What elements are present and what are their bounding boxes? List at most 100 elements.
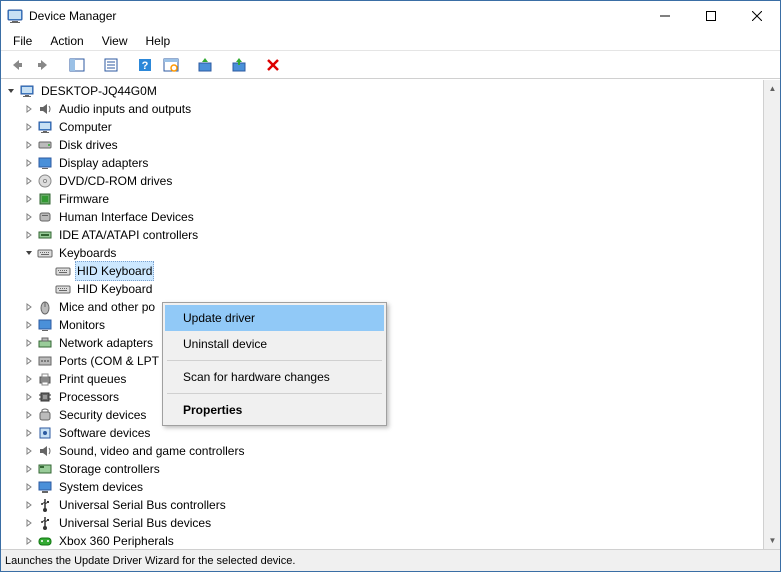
chevron-right-icon[interactable] xyxy=(23,193,35,205)
chevron-right-icon[interactable] xyxy=(23,103,35,115)
tree-category[interactable]: IDE ATA/ATAPI controllers xyxy=(5,226,763,244)
chevron-right-icon[interactable] xyxy=(23,175,35,187)
context-separator xyxy=(167,360,382,361)
tree-category[interactable]: Software devices xyxy=(5,424,763,442)
chevron-down-icon[interactable] xyxy=(5,85,17,97)
context-update-driver[interactable]: Update driver xyxy=(165,305,384,331)
chevron-right-icon[interactable] xyxy=(23,373,35,385)
tree-category-label: Universal Serial Bus controllers xyxy=(57,496,228,514)
menu-action[interactable]: Action xyxy=(42,33,91,49)
tree-category[interactable]: Storage controllers xyxy=(5,460,763,478)
tree-category[interactable]: Audio inputs and outputs xyxy=(5,100,763,118)
scroll-up-icon[interactable]: ▲ xyxy=(764,80,780,97)
category-icon xyxy=(37,443,53,459)
chevron-right-icon[interactable] xyxy=(23,391,35,403)
category-icon xyxy=(37,191,53,207)
chevron-down-icon[interactable] xyxy=(23,247,35,259)
minimize-button[interactable] xyxy=(642,1,688,31)
chevron-right-icon[interactable] xyxy=(23,517,35,529)
chevron-right-icon[interactable] xyxy=(23,121,35,133)
tree-category-label: Computer xyxy=(57,118,114,136)
tree-category[interactable]: System devices xyxy=(5,478,763,496)
chevron-right-icon[interactable] xyxy=(23,157,35,169)
tree-device[interactable]: HID Keyboard xyxy=(5,280,763,298)
chevron-right-icon[interactable] xyxy=(23,499,35,511)
category-icon xyxy=(37,389,53,405)
chevron-right-icon[interactable] xyxy=(23,337,35,349)
tree-category[interactable]: DVD/CD-ROM drives xyxy=(5,172,763,190)
category-icon xyxy=(37,515,53,531)
chevron-right-icon[interactable] xyxy=(23,427,35,439)
category-icon xyxy=(37,245,53,261)
tree-category-label: Sound, video and game controllers xyxy=(57,442,246,460)
status-text: Launches the Update Driver Wizard for th… xyxy=(5,555,295,567)
category-icon xyxy=(37,497,53,513)
tree-category-label: Firmware xyxy=(57,190,111,208)
content-area: DESKTOP-JQ44G0MAudio inputs and outputsC… xyxy=(1,79,780,549)
back-button[interactable] xyxy=(5,53,29,77)
menu-file[interactable]: File xyxy=(5,33,40,49)
properties-button[interactable] xyxy=(99,53,123,77)
category-icon xyxy=(37,425,53,441)
category-icon xyxy=(37,173,53,189)
statusbar: Launches the Update Driver Wizard for th… xyxy=(1,549,780,571)
scan-hardware-button[interactable] xyxy=(159,53,183,77)
chevron-right-icon[interactable] xyxy=(23,355,35,367)
tree-category-label: Keyboards xyxy=(57,244,118,262)
category-icon xyxy=(37,407,53,423)
chevron-right-icon[interactable] xyxy=(23,409,35,421)
tree-root[interactable]: DESKTOP-JQ44G0M xyxy=(5,82,763,100)
tree-category-label: Software devices xyxy=(57,424,152,442)
tree-category[interactable]: Universal Serial Bus devices xyxy=(5,514,763,532)
menu-help[interactable]: Help xyxy=(138,33,179,49)
update-driver-button[interactable] xyxy=(193,53,217,77)
tree-category-label: Ports (COM & LPT xyxy=(57,352,161,370)
tree-category-label: Storage controllers xyxy=(57,460,162,478)
forward-button[interactable] xyxy=(31,53,55,77)
category-icon xyxy=(37,101,53,117)
chevron-right-icon[interactable] xyxy=(23,445,35,457)
tree-category[interactable]: Computer xyxy=(5,118,763,136)
context-properties[interactable]: Properties xyxy=(165,397,384,423)
tree-category-label: Security devices xyxy=(57,406,148,424)
tree-category[interactable]: Firmware xyxy=(5,190,763,208)
tree-category[interactable]: Sound, video and game controllers xyxy=(5,442,763,460)
chevron-right-icon[interactable] xyxy=(23,211,35,223)
maximize-button[interactable] xyxy=(688,1,734,31)
tree-device[interactable]: HID Keyboard xyxy=(5,262,763,280)
chevron-right-icon[interactable] xyxy=(23,481,35,493)
tree-category-label: Monitors xyxy=(57,316,107,334)
chevron-right-icon[interactable] xyxy=(23,229,35,241)
tree-category[interactable]: Human Interface Devices xyxy=(5,208,763,226)
app-icon xyxy=(7,8,23,24)
tree-category[interactable]: Display adapters xyxy=(5,154,763,172)
vertical-scrollbar[interactable]: ▲ ▼ xyxy=(763,80,780,549)
tree-root-label: DESKTOP-JQ44G0M xyxy=(39,82,159,100)
scroll-down-icon[interactable]: ▼ xyxy=(764,532,780,549)
context-scan-hardware[interactable]: Scan for hardware changes xyxy=(165,364,384,390)
tree-category-label: Disk drives xyxy=(57,136,120,154)
uninstall-device-button[interactable] xyxy=(261,53,285,77)
close-button[interactable] xyxy=(734,1,780,31)
svg-text:?: ? xyxy=(142,60,149,72)
tree-category-label: DVD/CD-ROM drives xyxy=(57,172,174,190)
category-icon xyxy=(37,335,53,351)
chevron-right-icon[interactable] xyxy=(23,301,35,313)
keyboard-icon xyxy=(55,281,71,297)
show-hide-console-tree-button[interactable] xyxy=(65,53,89,77)
chevron-right-icon[interactable] xyxy=(23,139,35,151)
tree-category[interactable]: Universal Serial Bus controllers xyxy=(5,496,763,514)
chevron-right-icon[interactable] xyxy=(23,535,35,547)
tree-category[interactable]: Xbox 360 Peripherals xyxy=(5,532,763,549)
menu-view[interactable]: View xyxy=(94,33,136,49)
category-icon xyxy=(37,533,53,549)
tree-category[interactable]: Disk drives xyxy=(5,136,763,154)
chevron-right-icon[interactable] xyxy=(23,319,35,331)
context-menu: Update driver Uninstall device Scan for … xyxy=(162,302,387,426)
help-button[interactable]: ? xyxy=(133,53,157,77)
enable-device-button[interactable] xyxy=(227,53,251,77)
tree-category[interactable]: Keyboards xyxy=(5,244,763,262)
chevron-right-icon[interactable] xyxy=(23,463,35,475)
menubar: File Action View Help xyxy=(1,31,780,51)
context-uninstall-device[interactable]: Uninstall device xyxy=(165,331,384,357)
